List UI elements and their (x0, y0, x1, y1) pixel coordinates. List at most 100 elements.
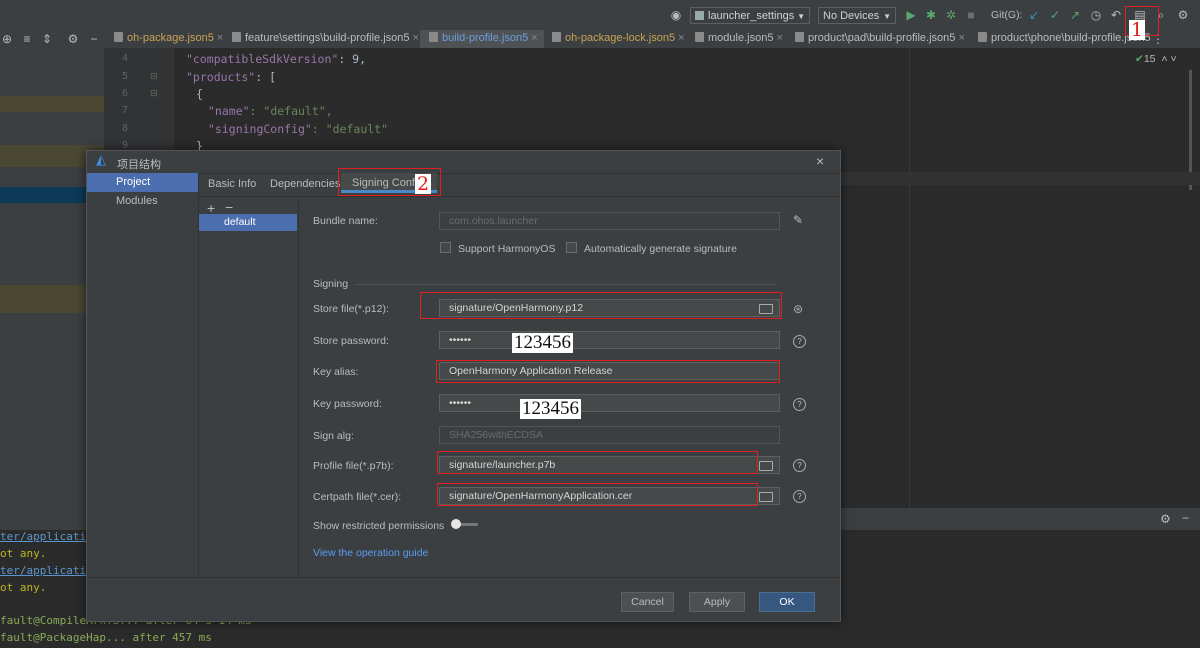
gear-icon[interactable]: ⚙ (66, 32, 80, 46)
dialog-nav: Project Modules (87, 173, 199, 577)
check-icon: ✔ (1135, 53, 1144, 65)
code-line: "products": [ (186, 70, 277, 84)
tab-divider (199, 196, 840, 197)
folder-icon[interactable] (759, 461, 773, 471)
git-commit-icon[interactable]: ✓ (1048, 8, 1062, 22)
git-update-icon[interactable]: ↙ (1027, 8, 1041, 22)
store-password-label: Store password: (313, 335, 389, 347)
fold-icon[interactable]: ⊟ (150, 71, 158, 82)
bundle-name-field[interactable]: com.ohos.launcher (439, 212, 780, 230)
close-icon[interactable]: × (958, 32, 964, 44)
json-file-icon (978, 32, 987, 42)
close-icon[interactable]: × (777, 32, 783, 44)
chevron-down-icon: ▼ (883, 12, 891, 21)
device-select[interactable]: No Devices ▼ (818, 7, 896, 24)
run-icon[interactable]: ▶ (904, 8, 918, 22)
inspection-widget[interactable]: ✔15 ˄ ˅ (1135, 53, 1177, 65)
remove-icon[interactable]: − (225, 199, 233, 215)
git-push-icon[interactable]: ↗ (1068, 8, 1082, 22)
restricted-permissions-toggle[interactable] (451, 519, 478, 529)
line-number: 8 (121, 123, 128, 134)
edit-icon[interactable]: ✎ (793, 213, 803, 227)
signing-config-list: + − default (199, 199, 299, 577)
nav-item-project[interactable]: Project (87, 173, 198, 192)
rollback-icon[interactable]: ↶ (1109, 8, 1123, 22)
editor-tabbar: ⊕ ≡ ⇕ ⚙ − oh-package.json5 × feature\set… (0, 30, 1200, 49)
restricted-permissions-label: Show restricted permissions (313, 520, 445, 532)
console-link[interactable]: ter/application (0, 564, 99, 577)
fingerprint-icon[interactable]: ⊛ (793, 302, 803, 316)
console-line: ot any. (0, 547, 47, 560)
help-icon[interactable]: ? (793, 398, 806, 411)
editor-scrollbar-track[interactable] (1180, 48, 1200, 530)
close-icon[interactable]: × (678, 32, 684, 44)
json-file-icon (552, 32, 561, 42)
operation-guide-link[interactable]: View the operation guide (313, 547, 428, 559)
console-line: fault@PackageHap... after 457 ms (0, 631, 212, 644)
signing-section-title: Signing (313, 278, 349, 290)
tab-module[interactable]: module.json5 × (695, 30, 783, 48)
toggle-knob[interactable] (451, 519, 461, 529)
store-file-label: Store file(*.p12): (313, 303, 389, 315)
right-margin-guide (909, 48, 910, 530)
help-icon[interactable]: ? (793, 335, 806, 348)
chevron-down-icon[interactable]: ˅ (1170, 53, 1176, 65)
tab-oh-package-lock[interactable]: oh-package-lock.json5 × (552, 30, 685, 48)
annotation-box-store-file (420, 292, 782, 319)
close-icon[interactable]: × (816, 153, 824, 169)
close-icon[interactable]: × (531, 32, 537, 44)
line-number: 6 (121, 88, 128, 99)
module-icon (695, 11, 704, 20)
tab-oh-package[interactable]: oh-package.json5 × (114, 30, 223, 48)
minimize-icon[interactable]: − (87, 32, 101, 46)
ok-button[interactable]: OK (759, 592, 815, 612)
tree-row-highlight[interactable] (0, 96, 104, 112)
annotation-box-profile-file (437, 451, 758, 474)
config-item-default[interactable]: default (199, 214, 297, 231)
code-line: "compatibleSdkVersion": 9, (186, 52, 367, 66)
gear-icon[interactable]: ⚙ (1160, 512, 1171, 526)
cancel-button[interactable]: Cancel (621, 592, 674, 612)
key-password-field[interactable]: •••••• (439, 394, 780, 412)
folder-icon[interactable] (759, 492, 773, 502)
console-header: ⚙ − (840, 508, 1200, 530)
debug-icon[interactable]: ✱ (924, 8, 938, 22)
collapse-all-icon[interactable]: ≡ (20, 32, 34, 46)
sign-alg-field: SHA256withECDSA (439, 426, 780, 444)
help-icon[interactable]: ? (793, 459, 806, 472)
help-icon[interactable]: ? (793, 490, 806, 503)
chevron-up-icon[interactable]: ˄ (1161, 53, 1167, 65)
attach-debugger-icon[interactable]: ✲ (944, 8, 958, 22)
code-line: "signingConfig": "default" (208, 122, 389, 136)
tab-pad-build-profile[interactable]: product\pad\build-profile.json5 × (795, 30, 965, 48)
annotation-store-password: 123456 (512, 332, 573, 353)
support-harmonyos-checkbox[interactable] (440, 242, 451, 253)
run-config-select[interactable]: launcher_settings ▼ (690, 7, 810, 24)
auto-generate-label: Automatically generate signature (584, 243, 737, 255)
apply-button[interactable]: Apply (689, 592, 745, 612)
footer-divider (87, 577, 840, 578)
stop-icon[interactable]: ■ (964, 8, 978, 22)
target-icon[interactable]: ◉ (669, 8, 683, 22)
history-icon[interactable]: ◷ (1089, 8, 1103, 22)
fold-icon[interactable]: ⊟ (150, 88, 158, 99)
tab-feature-build-profile[interactable]: feature\settings\build-profile.json5 × (232, 30, 419, 48)
store-password-field[interactable]: •••••• (439, 331, 780, 349)
annotation-box-key-alias (436, 360, 780, 383)
minimize-icon[interactable]: − (1182, 511, 1189, 525)
settings-icon[interactable]: ⚙ (1176, 8, 1190, 22)
line-number: 5 (121, 71, 128, 82)
expand-all-icon[interactable]: ⇕ (40, 32, 54, 46)
auto-generate-checkbox[interactable] (566, 242, 577, 253)
dialog-titlebar: ◭ 项目结构 × (87, 151, 840, 174)
add-circle-icon[interactable]: ⊕ (0, 32, 14, 46)
json-file-icon (114, 32, 123, 42)
close-icon[interactable]: × (413, 32, 419, 44)
sign-alg-label: Sign alg: (313, 430, 354, 442)
app-logo-icon: ◭ (96, 152, 106, 167)
tab-build-profile-active[interactable]: build-profile.json5 × (420, 30, 544, 48)
annotation-step-2: 2 (415, 173, 432, 195)
close-icon[interactable]: × (217, 32, 223, 44)
console-link[interactable]: ter/application (0, 530, 99, 543)
nav-item-modules[interactable]: Modules (87, 192, 198, 211)
